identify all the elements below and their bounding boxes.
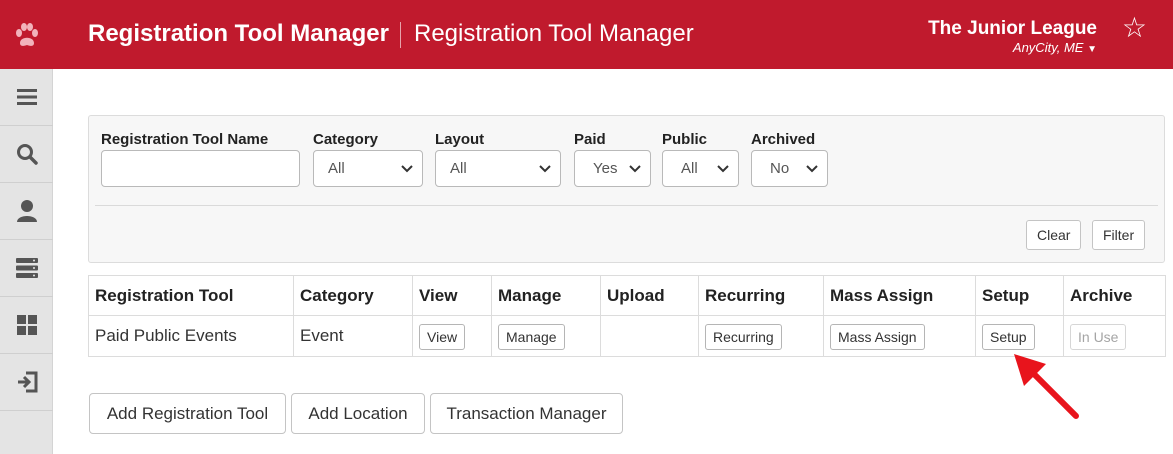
logout-icon (17, 371, 37, 393)
paid-value: Yes (593, 160, 618, 177)
star-icon[interactable]: ☆ (1122, 14, 1147, 42)
column-header: Manage (491, 275, 601, 316)
table-header-row: Registration Tool Category View Manage U… (88, 275, 1166, 316)
chevron-down-icon (806, 165, 818, 173)
sidebar-item-logout[interactable] (0, 354, 53, 411)
registration-tools-table: Registration Tool Category View Manage U… (88, 275, 1166, 357)
caret-down-icon: ▼ (1087, 44, 1097, 55)
column-header: View (412, 275, 492, 316)
org-location-dropdown[interactable]: AnyCity, ME ▼ (928, 40, 1097, 55)
filter-divider (95, 205, 1158, 206)
column-header: Recurring (698, 275, 824, 316)
column-header: Archive (1063, 275, 1166, 316)
menu-icon (16, 89, 37, 105)
mass-assign-cell: Mass Assign (823, 315, 976, 357)
org-location: AnyCity, ME (1012, 40, 1084, 55)
sidebar-item-dashboard[interactable] (0, 297, 53, 354)
column-header: Category (293, 275, 413, 316)
column-header: Mass Assign (823, 275, 976, 316)
archived-value: No (770, 160, 790, 177)
org-switcher[interactable]: The Junior League AnyCity, ME ▼ (928, 18, 1097, 55)
top-bar: Registration Tool Manager Registration T… (0, 0, 1173, 69)
layout-select[interactable]: All (435, 150, 561, 187)
page-title: Registration Tool Manager (88, 20, 389, 47)
layout-label: Layout (435, 131, 485, 148)
org-name: The Junior League (928, 18, 1097, 39)
paid-label: Paid (574, 131, 606, 148)
recurring-button[interactable]: Recurring (705, 324, 782, 350)
add-location-button[interactable]: Add Location (291, 393, 425, 434)
column-header: Registration Tool (88, 275, 294, 316)
add-registration-tool-button[interactable]: Add Registration Tool (89, 393, 286, 434)
sidebar (0, 69, 53, 454)
public-label: Public (662, 131, 708, 148)
sidebar-item-menu[interactable] (0, 69, 53, 126)
layout-value: All (450, 160, 467, 177)
public-value: All (681, 160, 698, 177)
user-icon (16, 200, 37, 222)
view-cell: View (412, 315, 492, 357)
transaction-manager-button[interactable]: Transaction Manager (430, 393, 623, 434)
filter-panel: Registration Tool Name Category All Layo… (88, 115, 1165, 263)
table-row: Paid Public Events Event View Manage Rec… (88, 315, 1166, 357)
column-header: Setup (975, 275, 1064, 316)
archived-select[interactable]: No (751, 150, 828, 187)
recurring-cell: Recurring (698, 315, 824, 357)
public-select[interactable]: All (662, 150, 739, 187)
annotation-arrow-icon (1014, 354, 1079, 419)
chevron-down-icon (401, 165, 413, 173)
upload-cell (600, 315, 699, 357)
chevron-down-icon (717, 165, 729, 173)
category-cell: Event (293, 315, 413, 357)
in-use-button: In Use (1070, 324, 1127, 350)
view-button[interactable]: View (419, 324, 466, 350)
category-select[interactable]: All (313, 150, 423, 187)
category-label: Category (313, 131, 379, 148)
paid-select[interactable]: Yes (574, 150, 651, 187)
sidebar-item-server[interactable] (0, 240, 53, 297)
clear-button[interactable]: Clear (1026, 220, 1082, 250)
sidebar-item-user[interactable] (0, 183, 53, 240)
server-icon (15, 258, 38, 278)
search-icon (16, 144, 38, 165)
chevron-down-icon (539, 165, 551, 173)
category-value: All (328, 160, 345, 177)
filter-button[interactable]: Filter (1092, 220, 1146, 250)
mass-assign-button[interactable]: Mass Assign (830, 324, 925, 350)
tool-name-label: Registration Tool Name (101, 131, 269, 148)
archived-label: Archived (751, 131, 816, 148)
manage-cell: Manage (491, 315, 601, 357)
paw-icon[interactable] (0, 0, 53, 69)
tool-name-cell: Paid Public Events (88, 315, 294, 357)
tool-name-input[interactable] (101, 150, 300, 187)
setup-button[interactable]: Setup (982, 324, 1035, 350)
column-header: Upload (600, 275, 699, 316)
chevron-down-icon (629, 165, 641, 173)
sidebar-item-search[interactable] (0, 126, 53, 183)
manage-button[interactable]: Manage (498, 324, 565, 350)
page-subtitle: Registration Tool Manager (414, 20, 694, 47)
title-divider (400, 22, 401, 48)
dashboard-icon (16, 315, 37, 335)
